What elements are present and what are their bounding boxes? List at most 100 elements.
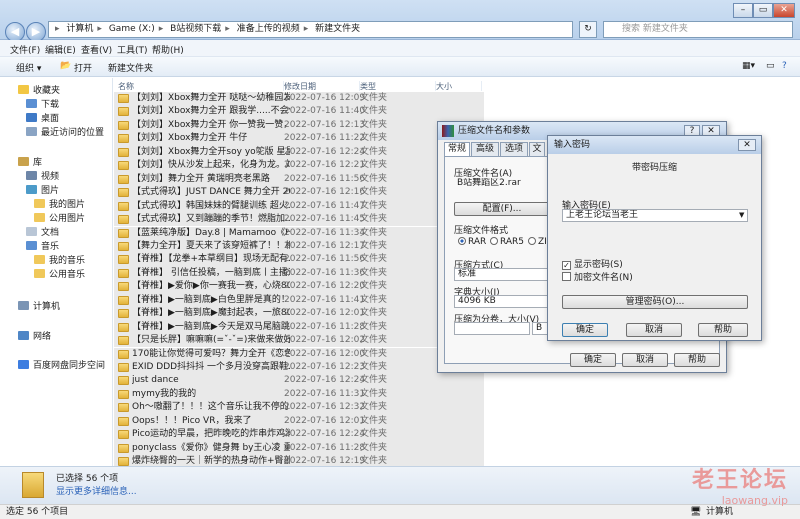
new-folder-button[interactable]: 新建文件夹 [108,61,153,74]
tab-advanced[interactable]: 高级 [471,142,499,156]
cancel-button[interactable]: 取消 [622,353,668,367]
table-row[interactable]: just dance 2022-07-16 12:24 文件夹 [114,374,484,388]
split-size-input[interactable] [454,322,530,335]
format-rar-radio[interactable]: RAR [458,237,486,247]
table-row[interactable]: Oops！！！Pico VR，我来了 2022-07-16 12:01 文件夹 [114,414,484,429]
nav-network[interactable]: 网络 [18,331,51,343]
table-row[interactable]: 【刘刘】Xbox舞力全开 跟我学.....不会偎 2022-07-16 11:40… [114,105,484,119]
show-password-checkbox[interactable]: ✓ 显示密码(S) [562,257,623,270]
breadcrumb-new-folder[interactable]: 新建文件夹 [315,24,360,34]
chevron-down-icon[interactable]: ▼ [739,211,744,219]
format-rar5-radio[interactable]: RAR5 [490,237,524,247]
table-row[interactable]: 【只是长胖】嘛嘛嘛(=ˇ-ˇ=)来做来做好... 2022-07-16 12:02… [114,334,484,348]
table-row[interactable]: ponyclass《爱你》健身舞 by王心凌 重... 2022-07-16 11… [114,441,484,456]
nav-my-music[interactable]: 我的音乐 [34,255,85,267]
table-row[interactable]: 【脊椎】▶一脑到底▶白色里胖是真的！... 2022-07-16 11:41 文件夹 [114,293,484,308]
search-input[interactable]: 搜索 新建文件夹 [603,21,793,38]
dictionary-select[interactable]: 4096 KB [454,295,550,308]
method-select[interactable]: 标准 [454,268,550,281]
forward-button[interactable]: ▶ [26,22,46,42]
nav-recent[interactable]: 最近访问的位置 [26,127,104,139]
table-row[interactable]: 【刘刘】Xbox舞力全开soy yo鸵版 星星... 2022-07-16 12:… [114,145,484,160]
refresh-icon[interactable]: ↻ [579,21,597,38]
column-name[interactable]: 名称 [118,81,284,91]
tab-general[interactable]: 常规 [444,142,470,156]
table-row[interactable]: 【刘刘】Xbox舞力全开 哒哒～幼稚园发... 2022-07-16 12:09 文… [114,92,484,106]
preview-pane-icon[interactable]: ▭ [766,61,775,71]
minimize-button[interactable]: – [733,3,753,18]
encrypt-names-checkbox[interactable]: 加密文件名(N) [562,270,633,283]
table-row[interactable]: 【刘刘】Xbox舞力全开 牛仔 2022-07-16 11:22 文件夹 [114,132,484,146]
table-row[interactable]: 【脊椎】▶一脑到底▶今天是双马尾脑跳... 2022-07-16 11:28 文件夹 [114,320,484,335]
table-row[interactable]: 【式式得玖】JUST DANCE 舞力全开 20... 2022-07-16 12… [114,186,484,200]
table-row[interactable]: 170能让你觉得可爱吗？舞力全开《恋色... 2022-07-16 12:00 文件… [114,347,484,361]
nav-music[interactable]: 音乐 [26,241,59,253]
manage-passwords-button[interactable]: 管理密码(O)... [562,295,748,309]
ok-button[interactable]: 确定 [562,323,608,337]
folder-icon [34,269,45,278]
maximize-button[interactable]: ▭ [753,3,773,18]
menu-view[interactable]: 查看(V) [81,43,112,56]
nav-favorites[interactable]: 收藏夹 [18,85,60,97]
table-row[interactable]: 【式式得玖】又到蹦蹦的季节！燃脂加... 2022-07-16 11:45 文件夹 [114,213,484,227]
breadcrumb-drive[interactable]: Game (X:) [109,24,155,34]
table-row[interactable]: 【蓝莱纯净版】Day.8 | Mamamoo《Hi... 2022-07-16 1… [114,226,484,240]
open-button[interactable]: 打开 [74,61,92,74]
nav-downloads[interactable]: 下载 [26,99,59,111]
close-icon[interactable]: ✕ [738,139,756,151]
help-button[interactable]: 帮助 [674,353,720,367]
show-more-details-link[interactable]: 显示更多详细信息... [56,484,137,497]
nav-library[interactable]: 库 [18,157,42,169]
view-options-icon[interactable]: ▦▾ [742,61,755,71]
menu-edit[interactable]: 编辑(E) [45,43,76,56]
tab-options[interactable]: 选项 [500,142,528,156]
nav-baidu-sync[interactable]: 百度网盘同步空间 [18,360,105,372]
nav-documents[interactable]: 文档 [26,227,59,239]
password-input[interactable]: 上老王论坛当老王 [562,209,748,222]
column-date[interactable]: 修改日期 [284,81,360,91]
breadcrumb-computer[interactable]: 计算机 [66,24,93,34]
table-row[interactable]: 【刘刘】Xbox舞力全开 你一赞我一赞，... 2022-07-16 12:13 文… [114,118,484,133]
help-button[interactable]: 帮助 [698,323,748,337]
table-row[interactable]: 【刘刘】舞力全开 黄瑞明亮老黑路 2022-07-16 11:56 文件夹 [114,172,484,187]
organize-button[interactable]: 组织 ▾ [16,61,41,74]
nav-public-pictures[interactable]: 公用图片 [34,213,85,225]
back-button[interactable]: ◀ [5,22,25,42]
command-toolbar: 组织 ▾ 📂 打开 新建文件夹 ▦▾ ▭ ? [0,57,800,77]
nav-videos[interactable]: 视频 [26,171,59,183]
nav-desktop[interactable]: 桌面 [26,113,59,125]
menu-file[interactable]: 文件(F) [10,43,40,56]
file-name: 【式式得玖】又到蹦蹦的季节！燃脂加... [132,214,290,225]
menu-tools[interactable]: 工具(T) [117,43,148,56]
file-type: 文件夹 [360,119,388,130]
table-row[interactable]: Pico运动的早晨，把昨晚吃的炸串炸鸡消... 2022-07-16 12:24 文… [114,428,484,442]
tab-files[interactable]: 文 [529,142,545,156]
nav-pictures[interactable]: 图片 [26,185,59,197]
table-row[interactable]: Oh～嗷翻了！！！这个音乐让我不停的... 2022-07-16 12:32 文件夹 [114,401,484,415]
cancel-button[interactable]: 取消 [626,323,682,337]
menu-help[interactable]: 帮助(H) [152,43,184,56]
nav-my-pictures[interactable]: 我的图片 [34,199,85,211]
table-row[interactable]: 【脊椎】【龙拳+本草纲目】现场无配有... 2022-07-16 11:56 文件夹 [114,253,484,267]
table-row[interactable]: 【刘刘】快从沙发上起来，化身为龙。刘... 2022-07-16 12:21 文件夹 [114,159,484,173]
close-button[interactable]: ✕ [773,3,795,18]
nav-public-music[interactable]: 公用音乐 [34,269,85,281]
breadcrumb-upload[interactable]: 准备上传的视频 [237,24,300,34]
ok-button[interactable]: 确定 [570,353,616,367]
table-row[interactable]: EXID DDD抖抖抖 一个多月没穿高跟鞋... 2022-07-16 12:23… [114,361,484,375]
help-icon[interactable]: ? [782,61,787,71]
breadcrumb-bilibili[interactable]: B站视频下载 [170,24,221,34]
table-row[interactable]: mymy我的我的 2022-07-16 11:31 文件夹 [114,387,484,402]
table-row[interactable]: 【舞力全开】夏天来了该穿短裤了！！相... 2022-07-16 12:17 文件夹 [114,239,484,254]
column-size[interactable]: 大小 [436,81,482,91]
nav-computer[interactable]: 计算机 [18,301,60,313]
browse-button[interactable]: 配置(F)... [454,202,550,216]
address-bar[interactable]: ▸ 计算机 ▸ Game (X:) ▸ B站视频下载 ▸ 准备上传的视频 ▸ 新建文件夹 [48,21,573,38]
table-row[interactable]: 【脊椎】▶爱你▶你一赛我一赛，心烧80... 2022-07-16 12:20 文件… [114,280,484,294]
column-type[interactable]: 类型 [360,81,436,91]
folder-icon [118,457,129,467]
archive-name-input[interactable]: B站舞蹈区2.rar [454,178,550,191]
table-row[interactable]: 【式式得玖】韩国妹妹的臂腿训练 超火... 2022-07-16 11:47 文件夹 [114,199,484,213]
table-row[interactable]: 【脊椎】▶一脑到底▶魔封起表，一旅80... 2022-07-16 12:01 文件… [114,307,484,321]
table-row[interactable]: 【脊椎】 引信任投稿，一脑到底丨主播运... 2022-07-16 11:36 文件… [114,266,484,281]
